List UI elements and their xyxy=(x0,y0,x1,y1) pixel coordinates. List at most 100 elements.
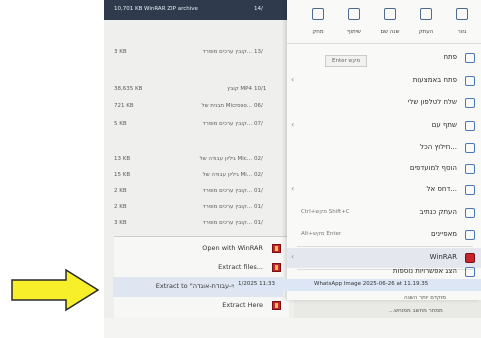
file-name: WhatsApp Image 2025-06-26 at 11.19.35 xyxy=(314,281,429,287)
rename-button[interactable]: שנה שם xyxy=(375,6,405,40)
file-name: ...ממחר מחשב ממוחש xyxy=(389,308,443,314)
delete-button[interactable]: מחק xyxy=(303,6,333,40)
chevron-left-icon: ‹ xyxy=(291,252,295,261)
context-menu: גזור העתק שנה שם שיתוף מחק Enter מקש פתח xyxy=(287,0,481,300)
winrar-submenu: Open with WinRAR Extract files... Extrac… xyxy=(113,236,289,318)
menu-item-label: Extract files... xyxy=(218,263,263,271)
file-date: 01/ xyxy=(254,188,263,194)
file-date: 10/1 xyxy=(254,86,267,92)
menu-item-send-to-phone[interactable]: שלח לטלפון שלי xyxy=(287,93,481,113)
cut-button[interactable]: גזור xyxy=(447,6,477,40)
extract-files-item[interactable]: Extract files... xyxy=(113,258,283,278)
file-type: קובץ ערכים מופרד... xyxy=(202,220,252,226)
file-type: קובץ ערכים מופרד... xyxy=(202,204,252,210)
file-date: 02/ xyxy=(254,172,263,178)
table-row[interactable]: 10,701 KB WinRAR ZIP archive 14/ xyxy=(104,0,294,20)
menu-item-label: העתק כנתיב xyxy=(419,208,457,216)
file-size: 13 KB xyxy=(114,156,131,162)
menu-item-copy-as-path[interactable]: Ctrl+מקש Shift+C העתק כנתיב xyxy=(287,203,481,223)
context-toolbar: גזור העתק שנה שם שיתוף מחק xyxy=(287,0,481,44)
file-date: 01/ xyxy=(254,204,263,210)
file-date: 14/ xyxy=(254,6,263,12)
menu-item-label: הוסף למועדפים xyxy=(409,164,457,172)
menu-item-label: Open with WinRAR xyxy=(202,244,263,252)
more-options-icon xyxy=(465,267,475,277)
winrar-icon xyxy=(272,301,281,310)
menu-item-open-with[interactable]: ‹ פתח באמצעות xyxy=(287,71,481,91)
menu-item-label: Extract Here xyxy=(222,301,263,309)
whatsapp-file-row[interactable]: 1/2025 11:33 WhatsApp Image 2025-06-26 a… xyxy=(234,279,481,291)
file-type: קובץ ערכים מופרד... xyxy=(202,188,252,194)
file-type: קובץ ערכים מופרד... xyxy=(202,49,252,55)
extract-here-item[interactable]: Extract Here xyxy=(113,296,283,316)
menu-item-label: חילוץ הכל... xyxy=(420,143,457,151)
file-type: WinRAR ZIP archive xyxy=(144,6,198,12)
file-date: 01/ xyxy=(254,220,263,226)
table-row[interactable]: 3 KB קובץ ערכים מופרד... 01/ xyxy=(104,216,294,232)
shortcut-hint: Alt+מקש Enter xyxy=(301,231,342,237)
copy-path-icon xyxy=(465,208,475,218)
screen-edge xyxy=(104,318,481,338)
chevron-left-icon: ‹ xyxy=(291,75,295,84)
chevron-left-icon: ‹ xyxy=(291,184,295,193)
menu-item-compress-to[interactable]: ‹ דחס אל... xyxy=(287,180,481,200)
screen-photo: 10,701 KB WinRAR ZIP archive 14/ 3 KB קו… xyxy=(104,0,481,338)
open-with-winrar-item[interactable]: Open with WinRAR xyxy=(113,239,283,259)
file-type: קובץ ערכים מופרד... xyxy=(202,121,252,127)
menu-item-properties[interactable]: Alt+מקש Enter מאפיינים xyxy=(287,225,481,245)
phone-icon xyxy=(465,98,475,108)
delete-icon xyxy=(312,8,324,20)
table-row[interactable]: 2 KB קובץ ערכים מופרד... 01/ xyxy=(104,200,294,216)
file-size: 3 KB xyxy=(114,220,127,226)
compress-icon xyxy=(465,185,475,195)
file-size: 10,701 KB xyxy=(114,6,143,12)
table-row[interactable]: 721 KB תבנית של Microso... 06/ xyxy=(104,99,294,115)
menu-item-label: WinRAR xyxy=(429,253,457,261)
table-row[interactable]: 3 KB קובץ ערכים מופרד... 13/ xyxy=(104,45,294,61)
menu-item-label: פתח xyxy=(443,53,457,61)
file-size: 15 KB xyxy=(114,172,131,178)
table-row[interactable]: 15 KB גיליון עבודה של Mi... 02/ xyxy=(104,168,294,184)
table-row[interactable]: 2 KB קובץ ערכים מופרד... 01/ xyxy=(104,184,294,200)
file-size: 721 KB xyxy=(114,103,134,109)
file-date: 07/ xyxy=(254,121,263,127)
file-size: 3 KB xyxy=(114,49,127,55)
file-date: 1/2025 11:33 xyxy=(238,281,275,287)
menu-item-add-favorites[interactable]: הוסף למועדפים xyxy=(287,159,481,179)
rename-label: שנה שם xyxy=(380,29,400,35)
extract-all-icon xyxy=(465,143,475,153)
share-icon xyxy=(348,8,360,20)
copy-label: העתק xyxy=(418,29,434,35)
table-row[interactable]: 5 KB קובץ ערכים מופרד... 07/ xyxy=(104,117,294,133)
table-row[interactable]: 38,635 KB קובץ MP4 10/1 xyxy=(104,82,294,98)
cut-icon xyxy=(456,8,468,20)
copy-button[interactable]: העתק xyxy=(411,6,441,40)
file-type: תבנית של Microso... xyxy=(201,103,252,109)
menu-item-extract-all[interactable]: חילוץ הכל... xyxy=(287,138,481,158)
file-type: גיליון עבודה של Mi... xyxy=(202,172,252,178)
menu-item-label: הצג אפשרויות נוספות xyxy=(392,267,457,275)
file-size: 38,635 KB xyxy=(114,86,143,92)
winrar-icon xyxy=(272,244,281,253)
delete-label: מחק xyxy=(312,29,324,35)
file-type: גיליון עבודה של Mic... xyxy=(199,156,252,162)
menu-item-label: דחס אל... xyxy=(426,185,457,193)
file-size: 2 KB xyxy=(114,204,127,210)
share-button[interactable]: שיתוף xyxy=(339,6,369,40)
yellow-arrow-icon xyxy=(11,268,100,312)
cut-label: גזור xyxy=(457,29,467,35)
menu-item-label: מאפיינים xyxy=(431,230,457,238)
menu-item-share-with[interactable]: ‹ שתף עם xyxy=(287,116,481,136)
shortcut-hint: Ctrl+מקש Shift+C xyxy=(301,209,350,215)
winrar-icon xyxy=(272,263,281,272)
menu-item-label: שלח לטלפון שלי xyxy=(407,98,457,106)
menu-item-label: פתח באמצעות xyxy=(412,76,457,84)
menu-item-label: שתף עם xyxy=(431,121,457,129)
menu-item-open[interactable]: פתח xyxy=(287,48,481,68)
file-size: 5 KB xyxy=(114,121,127,127)
file-size: 2 KB xyxy=(114,188,127,194)
properties-icon xyxy=(465,230,475,240)
table-row[interactable]: 13 KB גיליון עבודה של Mic... 02/ xyxy=(104,152,294,168)
menu-separator xyxy=(297,246,473,247)
group-header: מוקדם יותר השנה xyxy=(404,295,447,301)
